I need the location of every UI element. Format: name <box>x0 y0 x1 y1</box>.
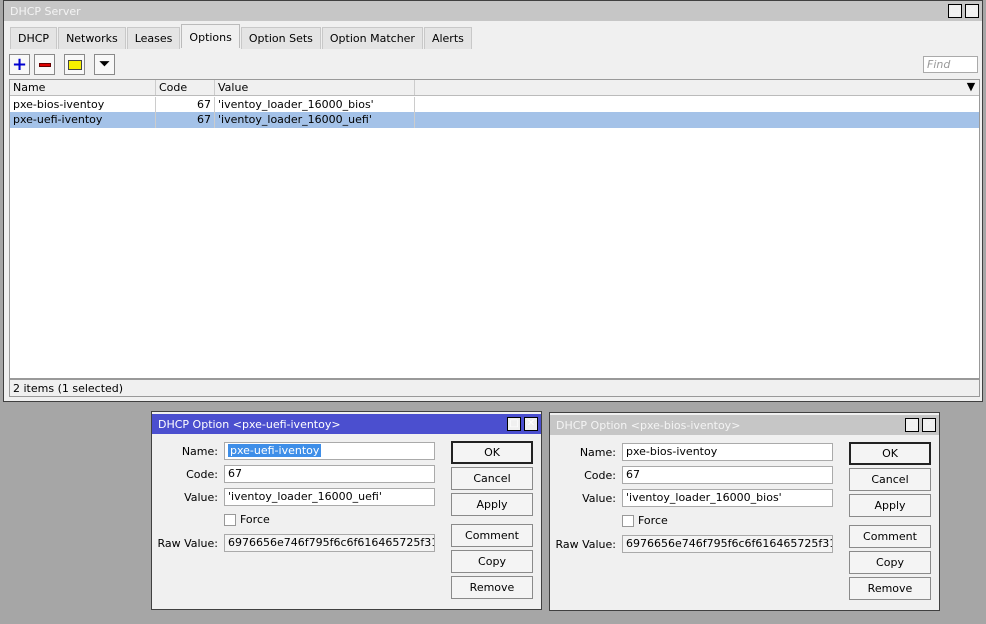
title-text: DHCP Option <pxe-bios-iventoy> <box>556 419 741 432</box>
col-extra <box>415 80 963 95</box>
name-field[interactable]: pxe-bios-iventoy <box>622 443 833 461</box>
force-label: Force <box>240 513 270 526</box>
raw-value-field: 6976656e746f795f6c6f616465725f3136... <box>622 535 833 553</box>
filter-button[interactable]: ⏷ <box>94 54 115 75</box>
cell-value: 'iventoy_loader_16000_uefi' <box>215 112 415 128</box>
cell-extra <box>415 112 979 128</box>
window-title: DHCP Server □ ✕ <box>4 1 982 21</box>
cell-code: 67 <box>156 112 215 128</box>
cell-name: pxe-uefi-iventoy <box>10 112 156 128</box>
value-field[interactable]: 'iventoy_loader_16000_bios' <box>622 489 833 507</box>
raw-value-label: Raw Value: <box>157 537 218 550</box>
tab-alerts[interactable]: Alerts <box>423 27 472 49</box>
copy-button[interactable]: Copy <box>451 550 533 573</box>
comment-button[interactable] <box>64 54 85 75</box>
table-row[interactable]: pxe-bios-iventoy 67 'iventoy_loader_1600… <box>10 97 979 113</box>
title-text: DHCP Option <pxe-uefi-iventoy> <box>158 418 341 431</box>
code-field[interactable]: 67 <box>224 465 435 483</box>
tab-option-sets[interactable]: Option Sets <box>240 27 321 49</box>
cell-extra <box>415 97 979 113</box>
filter-icon: ⏷ <box>99 57 110 72</box>
cancel-button[interactable]: Cancel <box>451 467 533 490</box>
status-bar: 2 items (1 selected) <box>9 379 980 397</box>
column-menu-icon[interactable]: ▼ <box>963 80 979 95</box>
name-value: pxe-uefi-iventoy <box>228 444 322 457</box>
value-label: Value: <box>582 492 616 505</box>
cell-name: pxe-bios-iventoy <box>10 97 156 113</box>
maximize-button[interactable]: □ <box>948 4 962 18</box>
comment-button[interactable]: Comment <box>849 525 931 548</box>
tab-leases[interactable]: Leases <box>126 27 181 49</box>
cell-value: 'iventoy_loader_16000_bios' <box>215 97 415 113</box>
code-label: Code: <box>186 468 218 481</box>
raw-value-label: Raw Value: <box>555 538 616 551</box>
apply-button[interactable]: Apply <box>849 494 931 517</box>
options-table: Name Code Value ▼ pxe-bios-iventoy 67 'i… <box>9 79 980 379</box>
copy-button[interactable]: Copy <box>849 551 931 574</box>
name-label: Name: <box>579 446 616 459</box>
apply-button[interactable]: Apply <box>451 493 533 516</box>
remove-button[interactable]: Remove <box>451 576 533 599</box>
raw-value-field: 6976656e746f795f6c6f616465725f3136... <box>224 534 435 552</box>
value-field[interactable]: 'iventoy_loader_16000_uefi' <box>224 488 435 506</box>
close-button[interactable]: ✕ <box>922 418 936 432</box>
table-row[interactable]: pxe-uefi-iventoy 67 'iventoy_loader_1600… <box>10 112 979 128</box>
tab-option-matcher[interactable]: Option Matcher <box>321 27 423 49</box>
dhcp-option-dialog-bios: DHCP Option <pxe-bios-iventoy> □ ✕ Name:… <box>549 412 940 611</box>
maximize-button[interactable]: □ <box>507 417 521 431</box>
note-icon <box>67 59 82 70</box>
dialog-title: DHCP Option <pxe-uefi-iventoy> □ ✕ <box>152 414 541 434</box>
close-button[interactable]: ✕ <box>524 417 538 431</box>
maximize-button[interactable]: □ <box>905 418 919 432</box>
table-header: Name Code Value ▼ <box>10 80 979 96</box>
force-label: Force <box>638 514 668 527</box>
minus-icon <box>38 62 51 67</box>
cancel-button[interactable]: Cancel <box>849 468 931 491</box>
force-checkbox[interactable] <box>224 514 236 526</box>
add-button[interactable]: + <box>9 54 30 75</box>
force-checkbox[interactable] <box>622 515 634 527</box>
remove-button[interactable]: Remove <box>849 577 931 600</box>
ok-button[interactable]: OK <box>849 442 931 465</box>
dialog-title: DHCP Option <pxe-bios-iventoy> □ ✕ <box>550 415 939 435</box>
value-label: Value: <box>184 491 218 504</box>
close-button[interactable]: ✕ <box>965 4 979 18</box>
find-input[interactable]: Find <box>923 56 978 73</box>
col-value[interactable]: Value <box>215 80 415 95</box>
code-label: Code: <box>584 469 616 482</box>
cell-code: 67 <box>156 97 215 113</box>
ok-button[interactable]: OK <box>451 441 533 464</box>
tab-options[interactable]: Options <box>181 24 240 48</box>
col-name[interactable]: Name <box>10 80 156 95</box>
dhcp-server-window: DHCP Server □ ✕ DHCP Networks Leases Opt… <box>3 0 983 402</box>
name-field[interactable]: pxe-uefi-iventoy <box>224 442 435 460</box>
col-code[interactable]: Code <box>156 80 215 95</box>
tab-dhcp[interactable]: DHCP <box>10 27 58 49</box>
title-text: DHCP Server <box>10 5 81 18</box>
remove-button[interactable] <box>34 54 55 75</box>
comment-button[interactable]: Comment <box>451 524 533 547</box>
name-label: Name: <box>181 445 218 458</box>
tab-networks[interactable]: Networks <box>58 27 126 49</box>
plus-icon: + <box>11 54 28 75</box>
dhcp-option-dialog-uefi: DHCP Option <pxe-uefi-iventoy> □ ✕ Name:… <box>151 411 542 610</box>
tab-bar: DHCP Networks Leases Options Option Sets… <box>10 24 473 49</box>
code-field[interactable]: 67 <box>622 466 833 484</box>
